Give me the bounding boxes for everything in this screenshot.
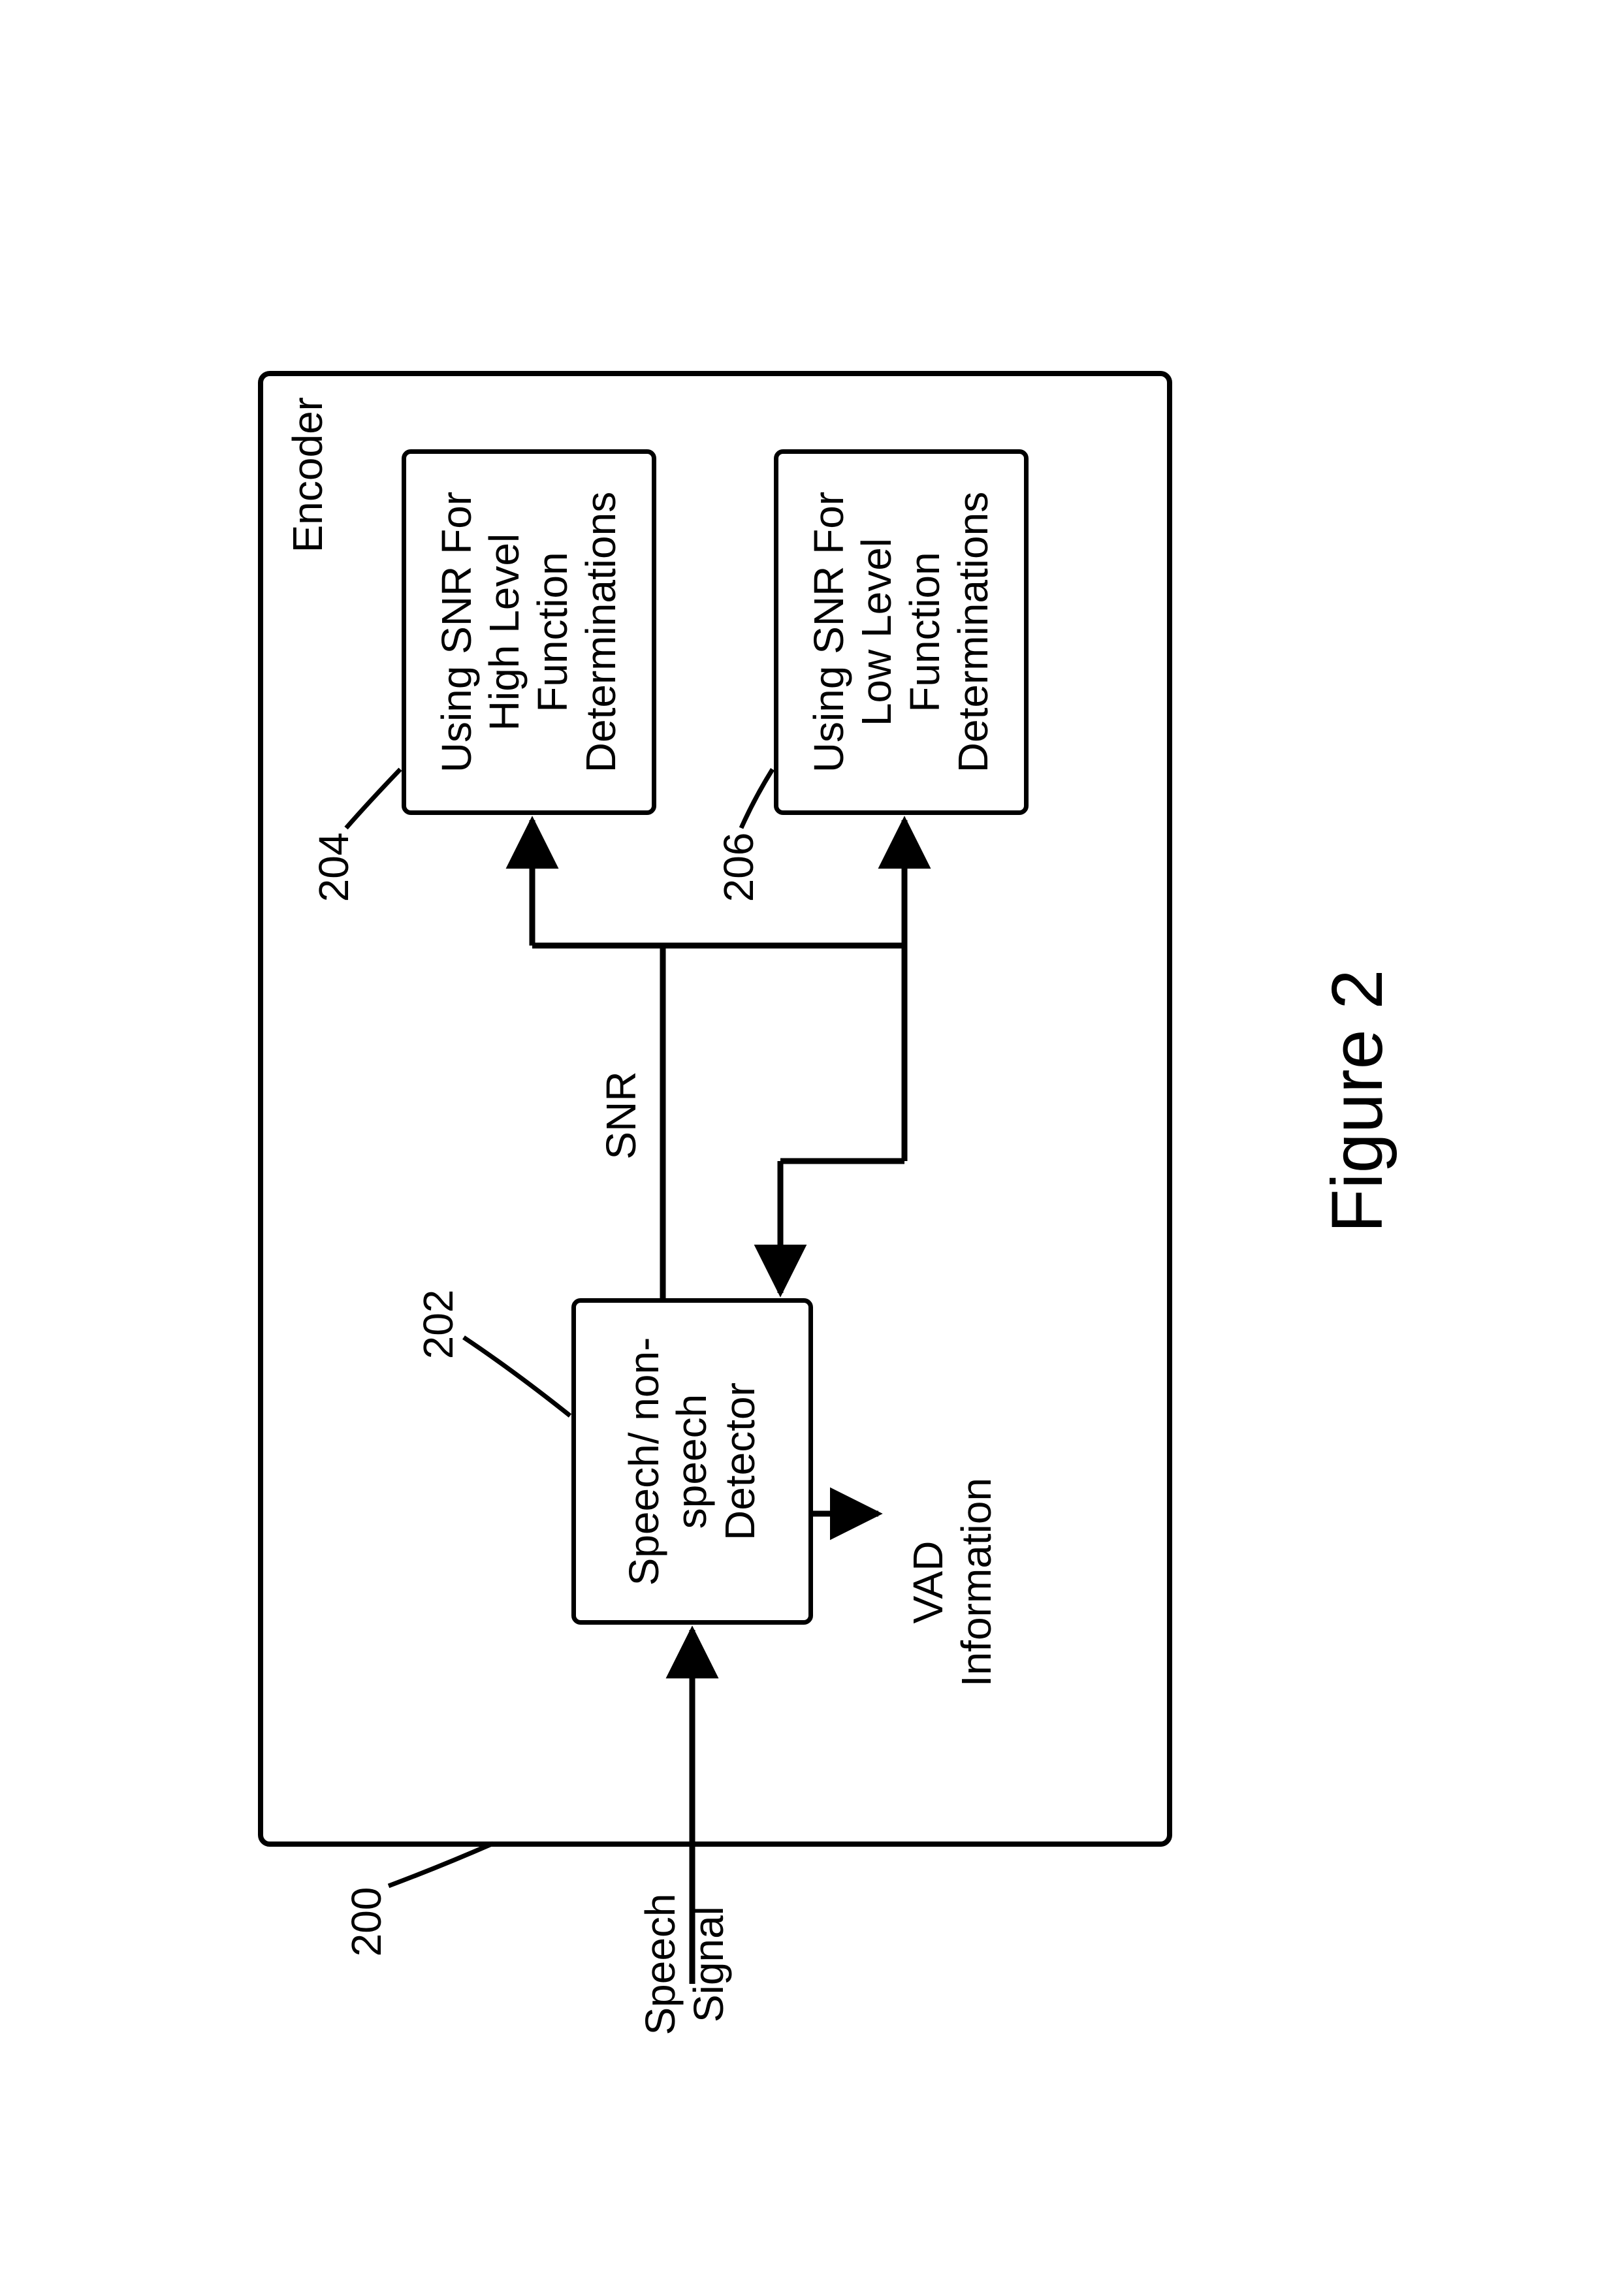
leader-202 <box>464 1337 570 1416</box>
diagram-canvas: Encoder Speech/ non-speech Detector Usin… <box>88 123 1525 2082</box>
leader-204 <box>346 769 400 828</box>
connectors <box>88 123 1525 2082</box>
leader-200 <box>389 1843 493 1886</box>
leader-206 <box>741 769 773 828</box>
